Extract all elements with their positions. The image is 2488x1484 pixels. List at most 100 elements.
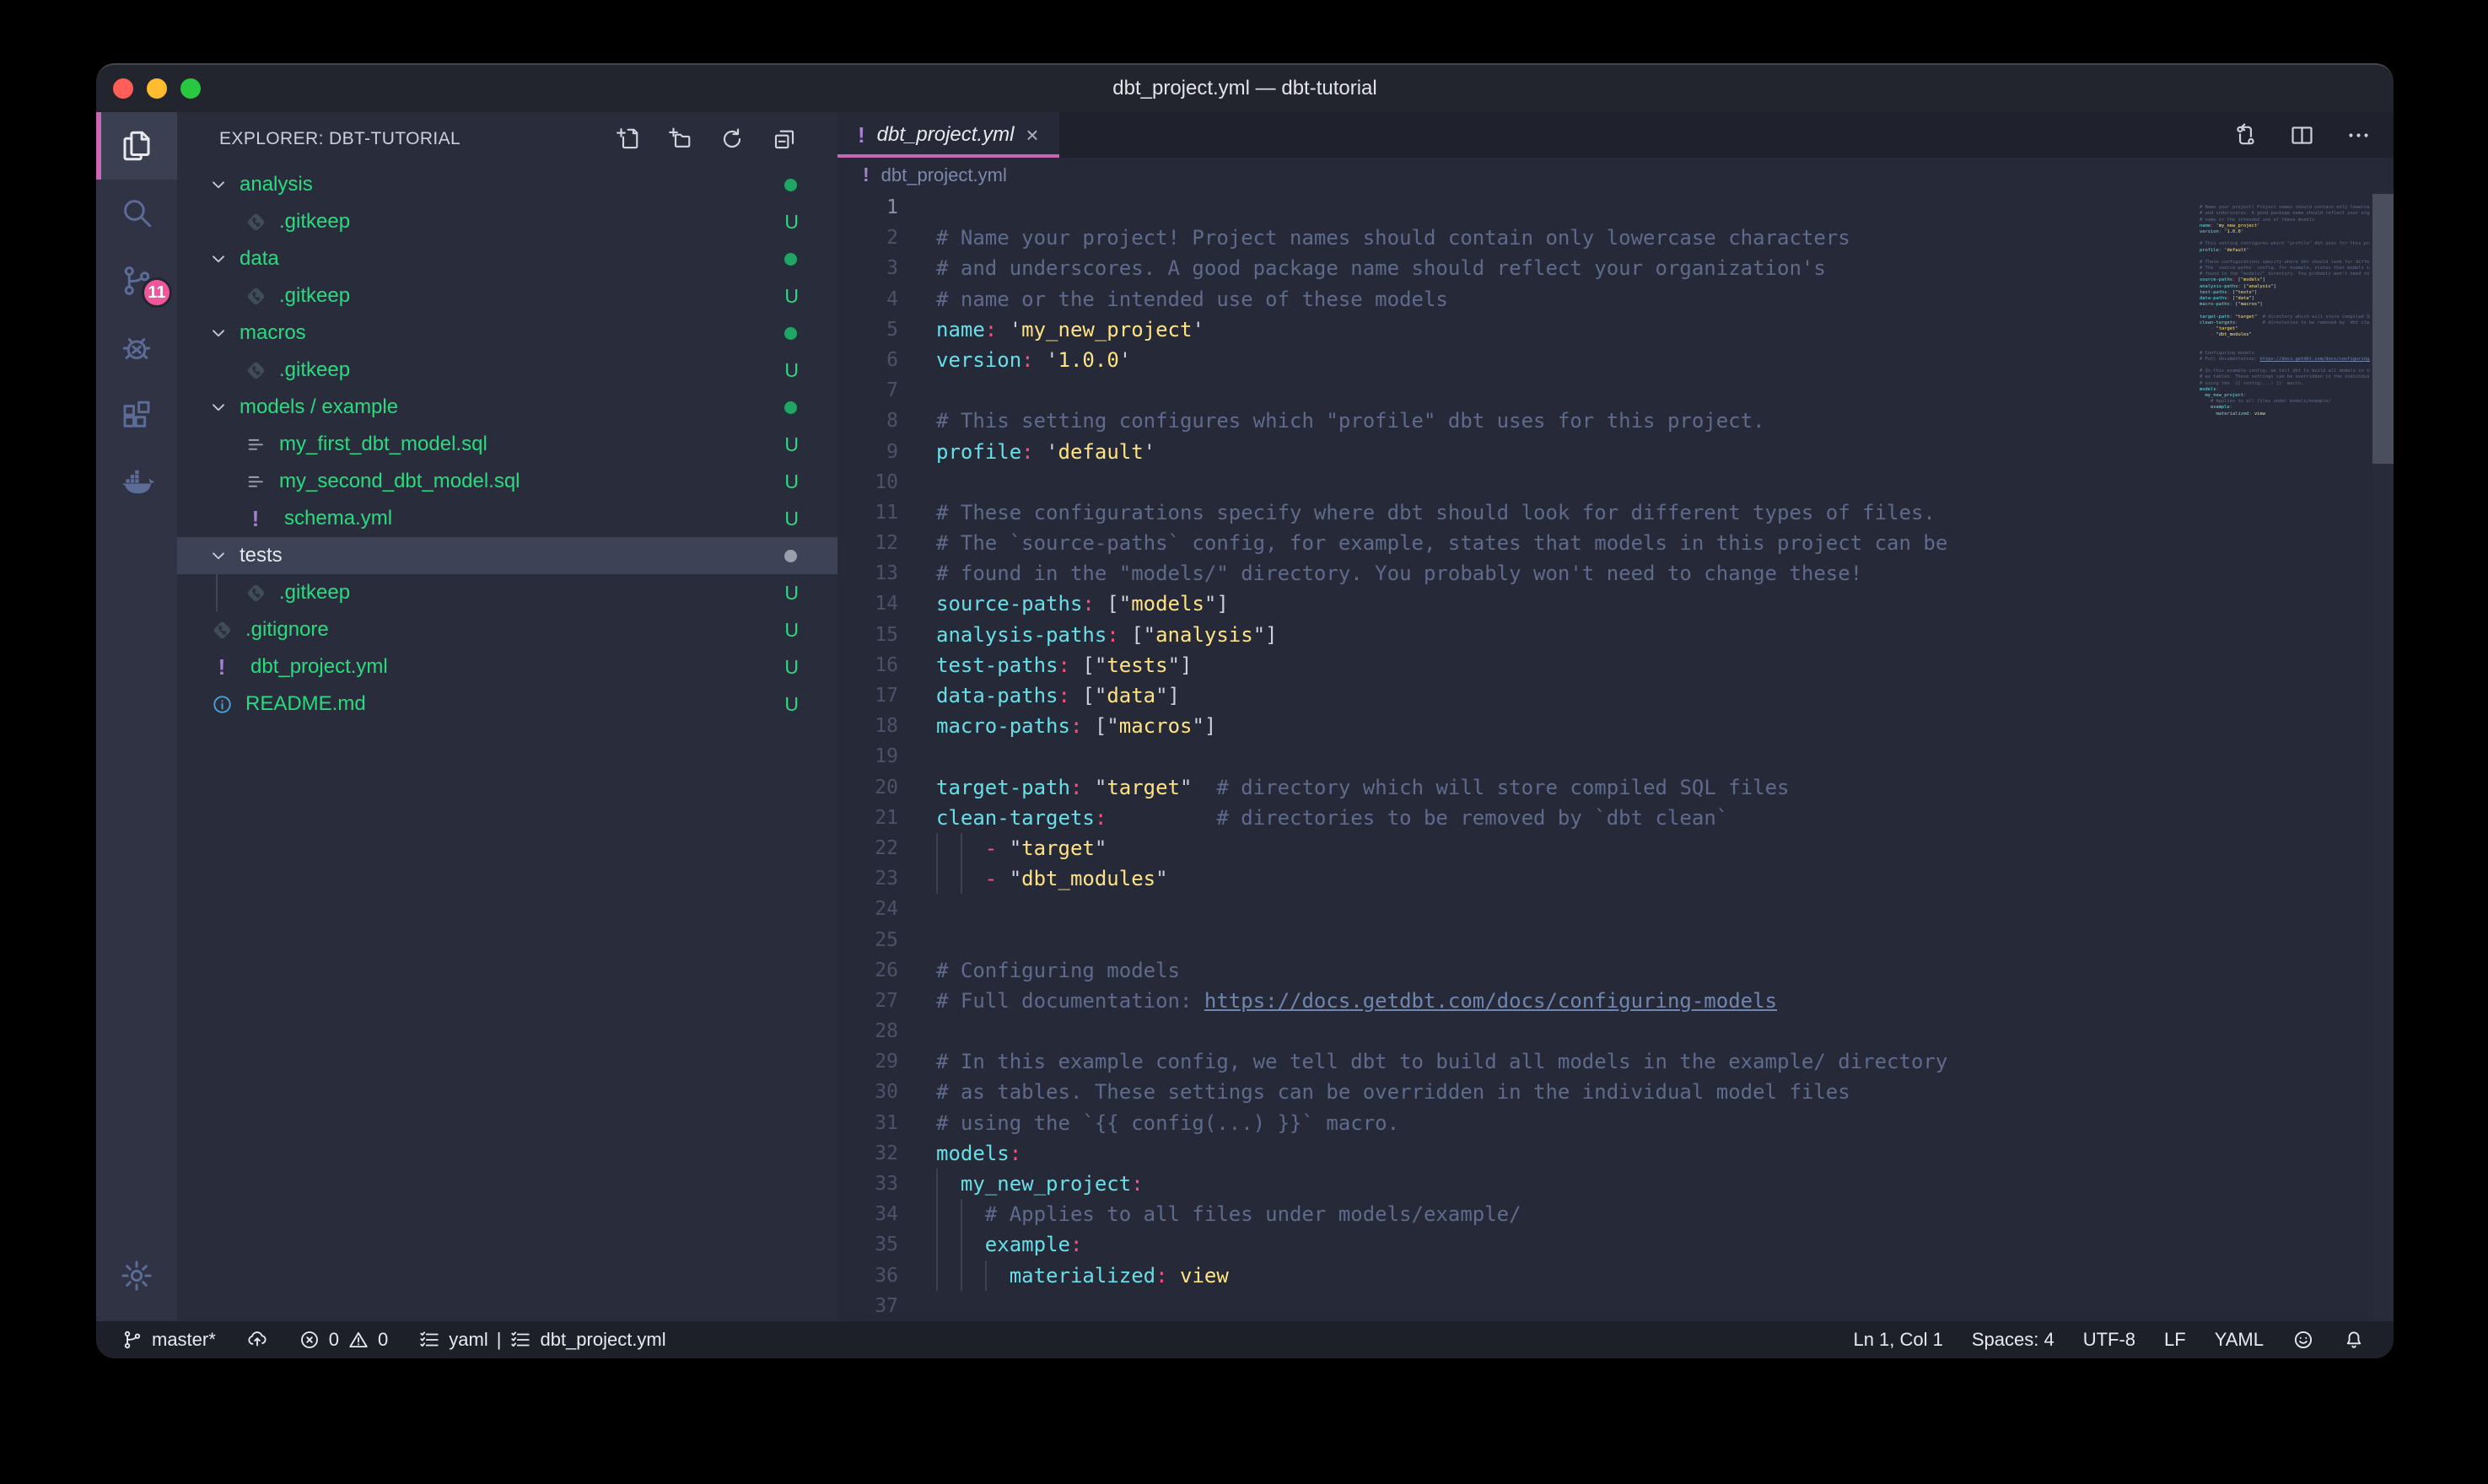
status-sync-status[interactable] xyxy=(246,1329,268,1351)
status-linter-status[interactable]: yaml|dbt_project.yml xyxy=(418,1329,665,1351)
breadcrumb-file-label[interactable]: dbt_project.yml xyxy=(881,164,1007,186)
tree-item-gitkeep[interactable]: .gitkeepU xyxy=(177,277,837,315)
tree-item-dbt-project-yml[interactable]: !dbt_project.ymlU xyxy=(177,648,837,686)
line-number: 20 xyxy=(837,772,898,803)
code-text: # The `source-paths` config, for example… xyxy=(936,528,1947,558)
close-tab-icon[interactable]: × xyxy=(1026,122,1038,148)
line-number: 34 xyxy=(837,1199,898,1229)
activity-item-source-control[interactable]: 11 xyxy=(96,247,177,315)
yaml-warning-icon: ! xyxy=(863,164,870,186)
tree-item-tests[interactable]: tests xyxy=(177,537,837,574)
tree-item-models-example[interactable]: models / example xyxy=(177,389,837,426)
tree-item-label: analysis xyxy=(240,173,313,196)
screen: dbt_project.yml — dbt-tutorial 11 EXPLOR… xyxy=(0,0,2488,1484)
code-line-13: 13# found in the "models/" directory. Yo… xyxy=(837,558,2394,589)
line-number: 14 xyxy=(837,589,898,619)
line-number: 22 xyxy=(837,833,898,863)
open-changes-button[interactable] xyxy=(2232,122,2259,148)
gear-icon xyxy=(119,1258,154,1293)
code-line-25: 25 xyxy=(837,925,2394,955)
line-number: 32 xyxy=(837,1138,898,1169)
code-text: models: xyxy=(936,1138,1021,1169)
new-file-button[interactable] xyxy=(615,126,640,152)
status-eol[interactable]: LF xyxy=(2164,1329,2186,1351)
minimap-line: analysis-paths: ["analysis"] xyxy=(2193,284,2370,290)
status-git-branch-status[interactable]: master* xyxy=(121,1329,216,1351)
code-text: data-paths: ["data"] xyxy=(936,680,1180,711)
minimap-line: # Full documentation: https://docs.getdb… xyxy=(2193,357,2370,363)
tree-item-readme-md[interactable]: README.mdU xyxy=(177,686,837,723)
minimap-line: my_new_project: xyxy=(2193,393,2370,399)
new-folder-button[interactable] xyxy=(667,126,692,152)
git-untracked-badge: U xyxy=(784,656,799,679)
code-text: # Applies to all files under models/exam… xyxy=(936,1199,1521,1229)
git-changes-dot xyxy=(784,401,797,414)
tree-item-label: tests xyxy=(240,544,283,567)
code-text: # Full documentation: https://docs.getdb… xyxy=(936,986,1777,1016)
sql-file-icon xyxy=(245,470,267,493)
status-language-mode[interactable]: YAML xyxy=(2215,1329,2264,1351)
smiley-icon xyxy=(2292,1329,2314,1351)
explorer-title: EXPLORER: DBT-TUTORIAL xyxy=(219,129,460,149)
tree-item-analysis[interactable]: analysis xyxy=(177,166,837,203)
tree-item-my-first-dbt-model-sql[interactable]: my_first_dbt_model.sqlU xyxy=(177,426,837,463)
git-untracked-badge: U xyxy=(784,693,799,716)
tree-item-label: .gitkeep xyxy=(279,210,350,234)
info-file-icon xyxy=(211,693,234,716)
git-untracked-badge: U xyxy=(784,433,799,456)
tree-item-data[interactable]: data xyxy=(177,240,837,277)
line-number: 3 xyxy=(837,253,898,283)
status-bar: master* 00 yaml|dbt_project.yml Ln 1, Col … xyxy=(96,1321,2394,1358)
minimap-line: # These configurations specify where dbt… xyxy=(2193,260,2370,266)
split-editor-button[interactable] xyxy=(2289,122,2315,148)
tree-item-gitignore[interactable]: .gitignoreU xyxy=(177,611,837,648)
status-problems-status[interactable]: 00 xyxy=(299,1329,389,1351)
code-line-34: 34 # Applies to all files under models/e… xyxy=(837,1199,2394,1229)
tree-item-gitkeep[interactable]: .gitkeepU xyxy=(177,203,837,240)
bug-icon xyxy=(119,331,154,366)
tab-dbt-project-yml[interactable]: ! dbt_project.yml × xyxy=(837,112,1059,158)
minimap-line xyxy=(2193,363,2370,368)
minimap[interactable]: # Name your project! Project names shoul… xyxy=(2193,192,2370,1321)
activity-item-settings[interactable] xyxy=(96,1242,177,1309)
tree-item-macros[interactable]: macros xyxy=(177,315,837,352)
error-icon xyxy=(299,1329,320,1351)
activity-item-extensions[interactable] xyxy=(96,382,177,449)
status-text: Ln 1, Col 1 xyxy=(1853,1329,1942,1351)
vscode-window: dbt_project.yml — dbt-tutorial 11 EXPLOR… xyxy=(96,63,2394,1358)
minimap-line xyxy=(2193,417,2370,423)
minimap-line: # name or the intended use of these mode… xyxy=(2193,218,2370,223)
activity-item-docker[interactable] xyxy=(96,449,177,517)
refresh-explorer-button[interactable] xyxy=(719,126,745,152)
minimap-line xyxy=(2193,345,2370,351)
activity-item-search[interactable] xyxy=(96,180,177,247)
tree-item-gitkeep[interactable]: .gitkeepU xyxy=(177,352,837,389)
minimap-line: # as tables. These settings can be overr… xyxy=(2193,374,2370,380)
scrollbar-thumb[interactable] xyxy=(2372,194,2394,464)
status-bar-left: master* 00 yaml|dbt_project.yml xyxy=(121,1321,666,1358)
indent-guide xyxy=(961,1229,962,1260)
line-number: 28 xyxy=(837,1016,898,1046)
collapse-folders-button[interactable] xyxy=(772,126,797,152)
status-cursor-position[interactable]: Ln 1, Col 1 xyxy=(1853,1329,1942,1351)
git-untracked-badge: U xyxy=(784,582,799,605)
activity-item-run-debug[interactable] xyxy=(96,315,177,382)
indent-guide xyxy=(936,1169,938,1199)
status-indentation[interactable]: Spaces: 4 xyxy=(1972,1329,2054,1351)
status-notifications[interactable] xyxy=(2343,1329,2365,1351)
code-line-24: 24 xyxy=(837,894,2394,924)
code-line-30: 30# as tables. These settings can be ove… xyxy=(837,1077,2394,1107)
code-text: # This setting configures which "profile… xyxy=(936,406,1765,436)
explorer-actions xyxy=(615,126,797,152)
tree-item-my-second-dbt-model-sql[interactable]: my_second_dbt_model.sqlU xyxy=(177,463,837,500)
tree-item-schema-yml[interactable]: !schema.ymlU xyxy=(177,500,837,537)
activity-item-explorer[interactable] xyxy=(96,112,177,180)
more-actions-button[interactable] xyxy=(2345,122,2372,148)
minimap-line: target-path: "target" # directory which … xyxy=(2193,315,2370,320)
editor[interactable]: 12# Name your project! Project names sho… xyxy=(837,192,2394,1321)
line-number: 17 xyxy=(837,680,898,711)
status-encoding[interactable]: UTF-8 xyxy=(2083,1329,2135,1351)
tree-item-gitkeep[interactable]: .gitkeepU xyxy=(177,574,837,611)
status-feedback[interactable] xyxy=(2292,1329,2314,1351)
breadcrumb[interactable]: ! dbt_project.yml xyxy=(837,158,2394,192)
